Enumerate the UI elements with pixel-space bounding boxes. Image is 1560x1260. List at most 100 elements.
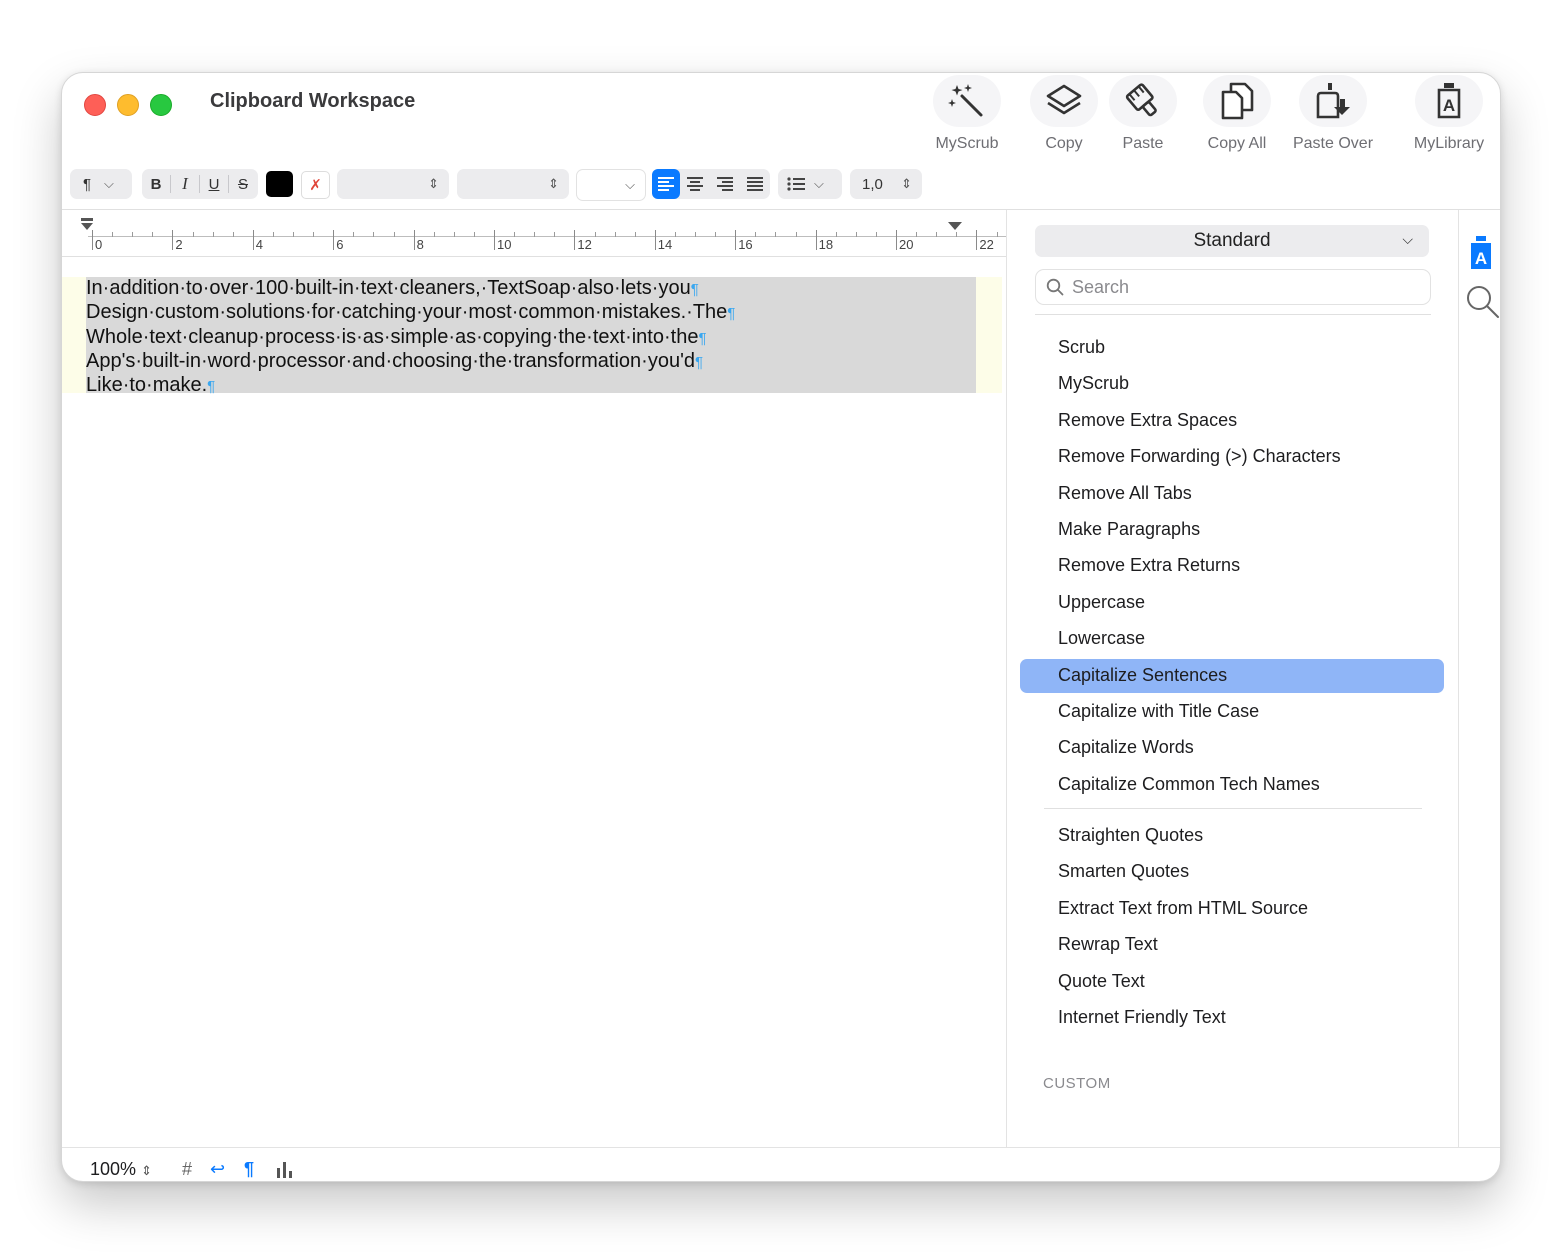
action-item-label: Capitalize with Title Case bbox=[1058, 701, 1260, 721]
ruler-label: 20 bbox=[899, 237, 914, 252]
italic-button[interactable]: I bbox=[171, 169, 199, 199]
ruler-major-tick bbox=[976, 230, 978, 250]
copy-all-toolbar-button[interactable]: Copy All bbox=[1192, 75, 1282, 153]
chevron-down-icon: ⌵ bbox=[814, 176, 824, 191]
line-spacing-stepper[interactable]: 1,0 ⇕ bbox=[850, 169, 922, 199]
align-left-button[interactable] bbox=[652, 169, 680, 199]
action-item-label: Capitalize Sentences bbox=[1058, 664, 1228, 685]
ruler-major-tick bbox=[494, 230, 495, 250]
clear-color-button[interactable]: ✗ bbox=[301, 171, 330, 199]
clipboard-workspace-window: Clipboard Workspace MyScrub Copy Paste C… bbox=[61, 72, 1501, 1182]
zoom-window-button[interactable] bbox=[150, 94, 172, 116]
text-line: App's·built-in·word·processor·and·choosi… bbox=[86, 349, 704, 372]
ruler-minor-tick bbox=[875, 232, 877, 237]
action-item[interactable]: Straighten Quotes bbox=[1020, 819, 1444, 853]
ruler-minor-tick bbox=[132, 232, 134, 237]
action-item[interactable]: Quote Text bbox=[1020, 965, 1444, 999]
action-search-field[interactable] bbox=[1035, 269, 1431, 305]
text-actions-bottle-icon[interactable]: A bbox=[1466, 235, 1496, 271]
ruler-minor-tick bbox=[453, 232, 455, 237]
action-item-label: Scrub bbox=[1058, 337, 1106, 357]
zoom-value: 100% bbox=[90, 1159, 137, 1179]
ruler-minor-tick bbox=[614, 232, 616, 237]
close-window-button[interactable] bbox=[84, 94, 106, 116]
mylibrary-toolbar-button[interactable]: A MyLibrary bbox=[1404, 75, 1494, 153]
ruler-label: 18 bbox=[818, 237, 834, 252]
ruler-minor-tick bbox=[313, 232, 315, 237]
ruler-minor-tick bbox=[715, 232, 717, 237]
search-input[interactable] bbox=[1070, 276, 1414, 299]
action-item[interactable]: Remove Forwarding (>) Characters bbox=[1020, 440, 1444, 474]
action-item[interactable]: Remove All Tabs bbox=[1020, 477, 1444, 511]
align-justify-button[interactable] bbox=[740, 169, 770, 199]
ruler-major-tick bbox=[735, 230, 737, 250]
action-item[interactable]: Capitalize with Title Case bbox=[1020, 695, 1444, 729]
action-item[interactable]: Lowercase bbox=[1020, 622, 1444, 656]
copy-documents-icon bbox=[1203, 75, 1271, 127]
align-justify-icon bbox=[747, 177, 763, 191]
ruler-minor-tick bbox=[232, 232, 234, 237]
statistics-chart-icon[interactable] bbox=[276, 1162, 294, 1178]
ruler-major-tick bbox=[252, 230, 254, 250]
myscrub-toolbar-button[interactable]: MyScrub bbox=[922, 75, 1012, 153]
text-editor[interactable]: In·addition·to·over·100·built-in·text·cl… bbox=[62, 257, 1006, 1147]
align-right-button[interactable] bbox=[710, 169, 740, 199]
action-set-popup[interactable]: Standard ⌵ bbox=[1035, 225, 1429, 257]
paragraph-style-popup[interactable]: ¶ ⌵ bbox=[70, 169, 132, 199]
paste-brush-icon bbox=[1109, 75, 1177, 127]
svg-text:A: A bbox=[1475, 249, 1487, 268]
action-item[interactable]: Remove Extra Spaces bbox=[1020, 404, 1444, 438]
strikethrough-button[interactable]: S bbox=[229, 169, 257, 199]
text-line: Design·custom·solutions·for·catching·you… bbox=[86, 301, 736, 324]
text-color-well[interactable] bbox=[266, 171, 293, 197]
svg-text:A: A bbox=[1443, 96, 1455, 115]
action-item[interactable]: Extract Text from HTML Source bbox=[1020, 892, 1444, 926]
ruler-major-tick bbox=[815, 230, 817, 250]
ruler-minor-tick bbox=[855, 232, 857, 237]
find-search-icon[interactable] bbox=[1466, 285, 1500, 319]
ruler[interactable]: 0 2 4 6 8 10 12 14 16 18 20 22 bbox=[62, 210, 1006, 257]
ruler-minor-tick bbox=[433, 232, 435, 237]
paste-label: Paste bbox=[1122, 135, 1164, 152]
action-item[interactable]: Capitalize Sentences bbox=[1020, 658, 1444, 693]
font-typeface-popup[interactable]: ⇕ bbox=[457, 169, 569, 199]
editor-text[interactable]: In·addition·to·over·100·built-in·text·cl… bbox=[86, 277, 735, 398]
wrap-return-button[interactable]: ↩ bbox=[210, 1159, 225, 1180]
action-item[interactable]: Capitalize Common Tech Names bbox=[1020, 768, 1444, 802]
copy-toolbar-button[interactable]: Copy bbox=[1019, 75, 1109, 153]
action-item-label: Extract Text from HTML Source bbox=[1058, 897, 1309, 918]
action-item[interactable]: Uppercase bbox=[1020, 586, 1444, 620]
action-item[interactable]: Rewrap Text bbox=[1020, 928, 1444, 962]
show-paragraph-marks-button[interactable]: ¶ bbox=[244, 1159, 254, 1180]
list-style-popup[interactable]: ⌵ bbox=[778, 169, 842, 199]
right-margin-marker-icon[interactable] bbox=[948, 222, 962, 232]
minimize-window-button[interactable] bbox=[117, 94, 139, 116]
mylibrary-label: MyLibrary bbox=[1413, 135, 1485, 152]
action-item[interactable]: Make Paragraphs bbox=[1020, 513, 1444, 547]
bold-button[interactable]: B bbox=[142, 169, 170, 199]
font-family-popup[interactable]: ⇕ bbox=[337, 169, 449, 199]
action-item[interactable]: Scrub bbox=[1020, 331, 1444, 365]
font-size-combo[interactable]: ⌵ bbox=[576, 169, 646, 201]
action-item[interactable]: MyScrub bbox=[1020, 367, 1444, 401]
align-center-button[interactable] bbox=[680, 169, 710, 199]
ruler-major-tick bbox=[413, 230, 415, 250]
copy-label: Copy bbox=[1045, 135, 1083, 152]
action-item[interactable]: Capitalize Words bbox=[1020, 731, 1444, 765]
paste-toolbar-button[interactable]: Paste bbox=[1098, 75, 1188, 153]
underline-button[interactable]: U bbox=[200, 169, 228, 199]
action-item[interactable]: Smarten Quotes bbox=[1020, 855, 1444, 889]
align-right-icon bbox=[717, 177, 733, 191]
action-item-label: Capitalize Common Tech Names bbox=[1058, 773, 1320, 794]
paste-over-toolbar-button[interactable]: Paste Over bbox=[1288, 75, 1378, 153]
action-item[interactable]: Remove Extra Returns bbox=[1020, 549, 1444, 583]
no-color-icon: ✗ bbox=[309, 177, 322, 194]
custom-section-header: CUSTOM bbox=[1043, 1075, 1111, 1092]
ruler-label: 6 bbox=[336, 237, 344, 252]
chevron-down-icon: ⌵ bbox=[104, 176, 114, 191]
ruler-label: 2 bbox=[175, 237, 183, 252]
magic-wand-icon bbox=[933, 75, 1001, 127]
action-item[interactable]: Internet Friendly Text bbox=[1020, 1001, 1444, 1035]
zoom-popup[interactable]: 100% ⇕ bbox=[90, 1159, 152, 1180]
show-invisibles-hash-button[interactable]: # bbox=[182, 1159, 192, 1180]
